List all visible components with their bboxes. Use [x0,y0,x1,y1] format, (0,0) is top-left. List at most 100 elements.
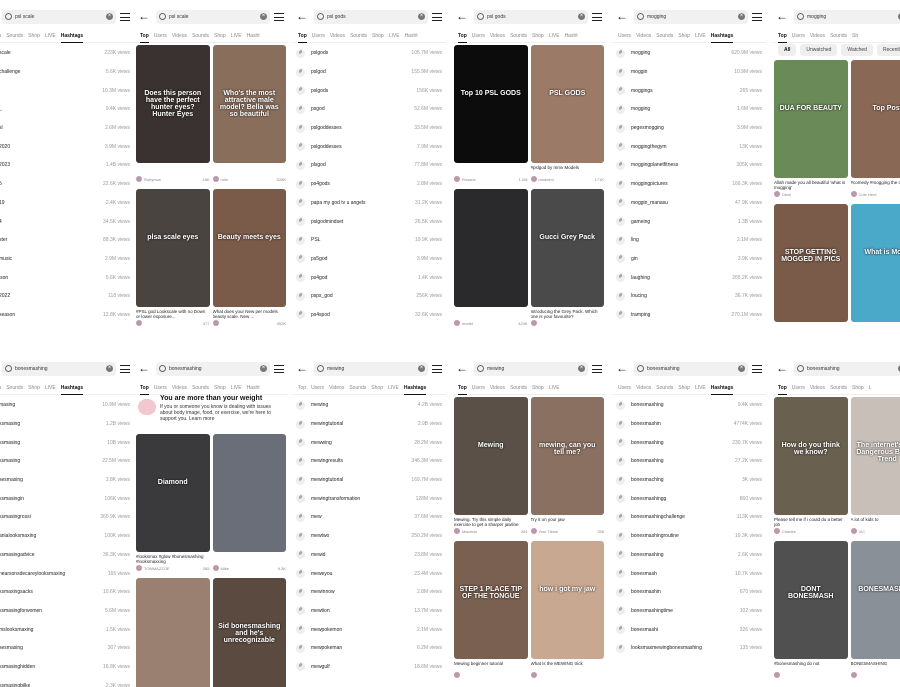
video-card[interactable]: How do you think we know?Please tell me … [774,397,848,537]
username[interactable]: Mike [221,566,229,571]
video-thumbnail[interactable]: Beauty meets eyes [213,189,287,307]
hashtag-row[interactable]: #20231.4B views [0,156,134,175]
tab-shop[interactable]: Shop [678,33,690,39]
tab-shop[interactable]: Shop [852,385,864,391]
hashtag-row[interactable]: #tramping270.1M views [612,306,766,325]
filter-icon[interactable] [274,13,284,21]
tab-sounds[interactable]: Sounds [350,33,367,39]
hashtag-row[interactable]: #moggingthegym13K views [612,137,766,156]
hashtag-row[interactable]: #ling2.1M views [612,231,766,250]
hashtag-row[interactable]: #bonesmash10.7K views [612,564,766,583]
video-card[interactable]: Top 10 PSL GODSRosario1.2M [454,45,528,185]
tab-shop[interactable]: Shop [371,385,383,391]
hashtag-row[interactable]: #psps_god256K views [292,287,446,306]
hashtag-row[interactable]: #gameing1.3B views [612,212,766,231]
hashtag-row[interactable]: #ksmasingadvice36.3K views [0,546,134,565]
video-card[interactable]: Beauty meets eyesWhat does your New per … [213,189,287,329]
tab-users[interactable]: Users [792,385,805,391]
avatar[interactable] [136,565,142,571]
tab-sounds[interactable]: Sounds [192,33,209,39]
hashtag-row[interactable]: #ps4god1.4K views [292,268,446,287]
tab-videos[interactable]: Videos [172,385,187,391]
username[interactable]: model [462,321,473,326]
avatar[interactable] [531,528,537,534]
tab-shop[interactable]: Shop [678,385,690,391]
hashtag-row[interactable]: #mew37.6M views [292,508,446,527]
tab-sounds[interactable]: Sounds [510,33,527,39]
hashtag-row[interactable]: #gin3.9K views [612,250,766,269]
hashtag-row[interactable]: #ps4gods2.8M views [292,175,446,194]
tab-videos[interactable]: Videos [636,33,651,39]
hashtag-row[interactable]: #challenge5.6K views [0,63,134,82]
hashtag-row[interactable]: #bonesmashingchallenge113K views [612,508,766,527]
video-thumbnail[interactable]: Does this person have the perfect hunter… [136,45,210,163]
video-card[interactable]: Top Post#comedy #mogging the cutest skit… [851,60,900,200]
hashtag-row[interactable]: #meweyou23.4M views [292,564,446,583]
filter-icon[interactable] [592,13,602,21]
avatar[interactable] [136,176,142,182]
back-arrow-icon[interactable]: ← [296,360,310,377]
video-card[interactable]: mewing, can you tell me?Try it on your j… [531,397,605,537]
back-arrow-icon[interactable]: ← [456,360,470,377]
username[interactable]: Rosario [462,177,476,182]
hashtag-row[interactable]: #mslooksmaxing1.5K views [0,620,134,639]
video-card[interactable]: BONESMASHINGBONESMASHING [851,541,900,681]
tab-videos[interactable]: Videos [330,33,345,39]
hashtag-row[interactable]: #bonesmashingg860 views [612,489,766,508]
tab-live[interactable]: LIVE [45,33,56,39]
tab-users[interactable]: Users [154,385,167,391]
chip-recently[interactable]: Recently [877,44,900,56]
tab-top[interactable]: Top [140,385,149,391]
tab-live[interactable]: LIVE [695,385,706,391]
tab-live[interactable]: LIVE [231,33,242,39]
tab-sounds[interactable]: Sounds [830,33,847,39]
tab-sounds[interactable]: Sounds [6,33,23,39]
clear-icon[interactable]: × [738,13,745,20]
tab-users[interactable]: Users [618,33,631,39]
hashtag-row[interactable]: #plsgod77.8M views [292,156,446,175]
hashtag-row[interactable]: #ksmasing22.5M views [0,452,134,471]
search-input[interactable]: psl gods× [474,10,588,24]
video-thumbnail[interactable]: Sid bonesmashing and he's unrecognizable [213,578,287,687]
hashtag-row[interactable]: #ps4spod32.6K views [292,306,446,325]
video-thumbnail[interactable]: How do you think we know? [774,397,848,515]
hashtag-row[interactable]: #ison5.6K views [0,268,134,287]
hashtag-row[interactable]: #looksmaxmewingbonesmashing135 views [612,639,766,658]
search-input[interactable]: mogging× [794,10,900,24]
video-card[interactable]: MewingMewing. Try this simple daily exer… [454,397,528,537]
tab-shop[interactable]: Shop [372,33,384,39]
hashtag-row[interactable]: #mewingtransformation128M views [292,489,446,508]
tab-hashtags[interactable]: Hashtags [711,33,734,39]
avatar[interactable] [531,320,537,326]
video-thumbnail[interactable]: STEP 1 PLACE TIP OF THE TONGUE [454,541,528,659]
tab-videos[interactable]: Videos [490,385,505,391]
back-arrow-icon[interactable]: ← [138,360,152,377]
clear-icon[interactable]: × [418,365,425,372]
hashtag-row[interactable]: #PSL19.9K views [292,231,446,250]
hashtag-row[interactable]: #434.5K views [0,212,134,231]
video-card[interactable]: Sid bonesmashing and he's unrecognizable [213,578,287,687]
hashtag-row[interactable]: #mewid23.8M views [292,546,446,565]
avatar[interactable] [851,528,857,534]
video-thumbnail[interactable]: BONESMASHING [851,541,900,659]
hashtag-row[interactable]: #sl2.6M views [0,119,134,138]
tab-l[interactable]: L [869,385,872,391]
tab-top[interactable]: Top [458,33,467,39]
tab-sounds[interactable]: Sounds [192,385,209,391]
filter-icon[interactable] [752,365,762,373]
hashtag-row[interactable]: #mogging620.9M views [612,44,766,63]
hashtag-row[interactable]: #mewinnow2.8M views [292,583,446,602]
hashtag-row[interactable]: #mewing4.2B views [292,396,446,415]
search-input[interactable]: mewing× [474,362,588,376]
back-arrow-icon[interactable]: ← [296,8,310,25]
tab-hashtags[interactable]: Hashtags [404,385,427,391]
filter-icon[interactable] [592,365,602,373]
tab-sh[interactable]: Sh [852,33,858,39]
tab-videos[interactable]: Videos [636,385,651,391]
tab-videos[interactable]: Videos [0,33,1,39]
hashtag-row[interactable]: #ps5god3.9M views [292,250,446,269]
video-thumbnail[interactable]: mewing, can you tell me? [531,397,605,515]
tab-hashtags[interactable]: Hashtags [61,385,84,391]
video-thumbnail[interactable] [454,189,528,307]
hashtag-row[interactable]: #mogging1.6M views [612,100,766,119]
